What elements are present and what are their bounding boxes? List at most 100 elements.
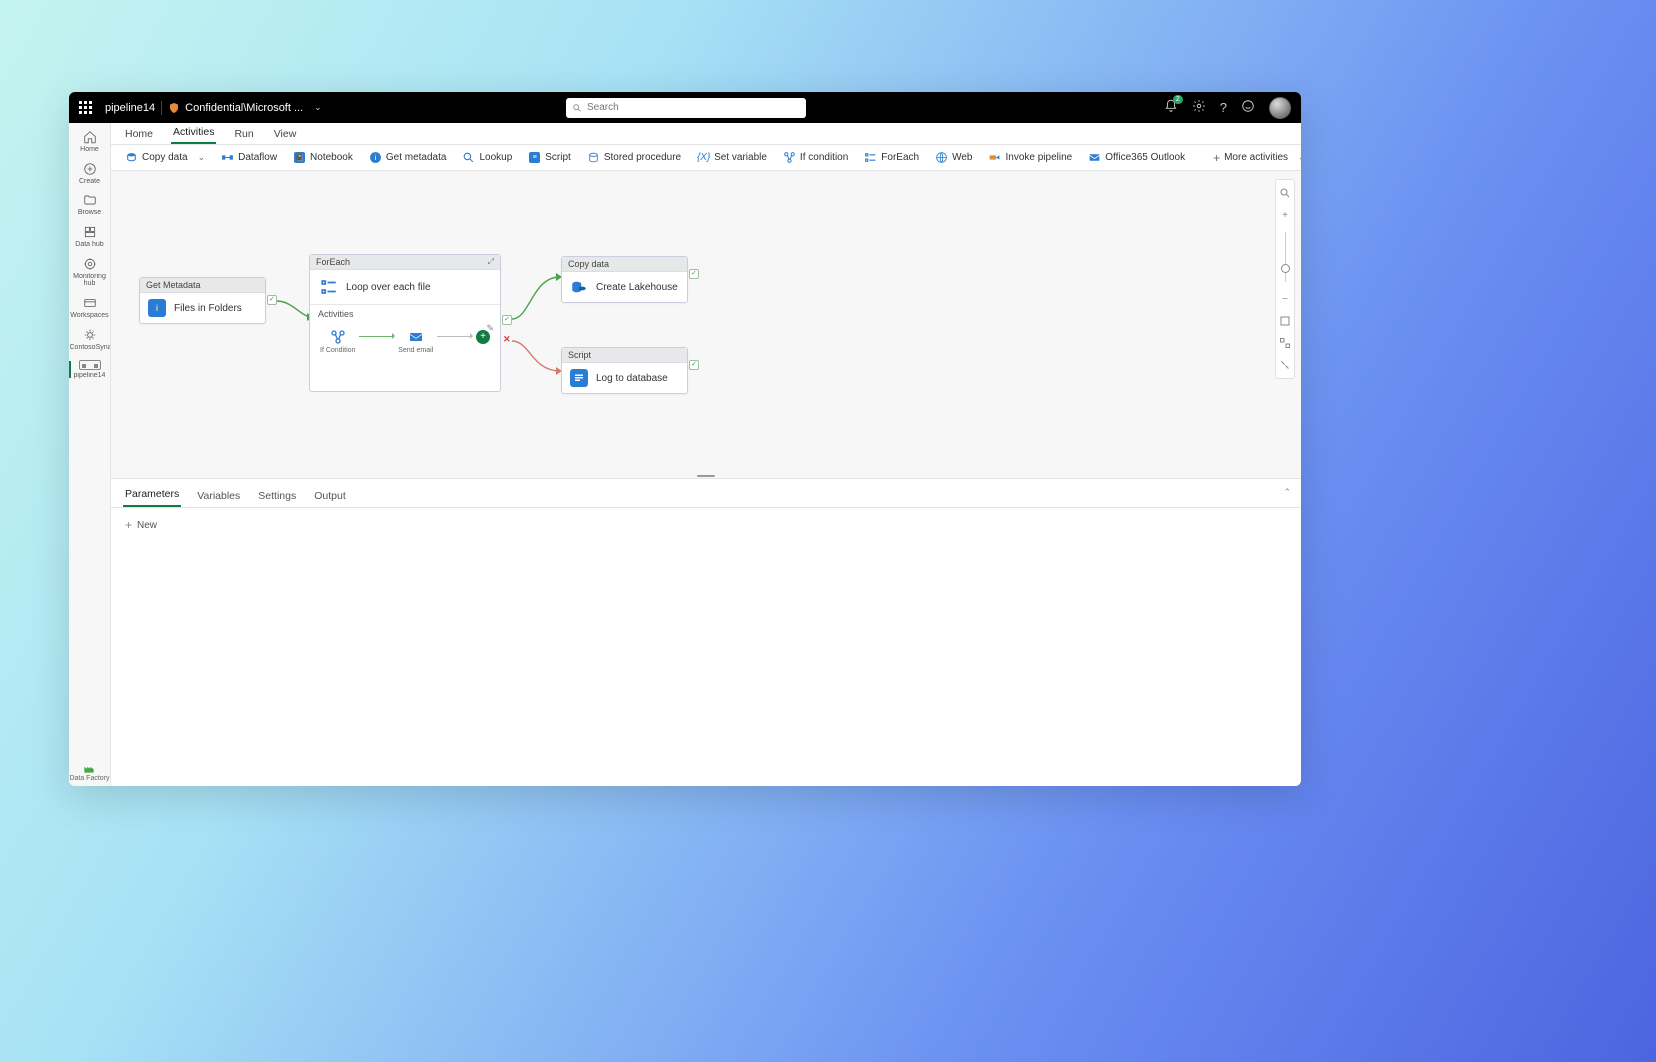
- classification-dropdown[interactable]: Confidential\Microsoft ... ⌄: [168, 102, 322, 114]
- collapse-panel-button[interactable]: ⌃: [1283, 487, 1291, 498]
- failure-x-icon: ✕: [503, 334, 511, 345]
- tab-variables[interactable]: Variables: [195, 487, 242, 507]
- nav-datahub[interactable]: Data hub: [69, 222, 110, 252]
- zoom-slider[interactable]: [1285, 232, 1286, 282]
- mini-if-condition[interactable]: If Condition: [320, 329, 355, 354]
- toolbar-script[interactable]: ≡ Script: [522, 148, 577, 167]
- toolbar-copy-data[interactable]: Copy data ⌄: [119, 148, 211, 167]
- bottom-panel: ⌃ Parameters Variables Settings Output +…: [111, 478, 1301, 786]
- titlebar-icons: 2 ?: [1164, 97, 1291, 119]
- left-nav: Home Create Browse Data hub Monitoring h…: [69, 123, 111, 786]
- success-check-icon: [267, 295, 277, 305]
- zoom-out-button[interactable]: −: [1276, 290, 1294, 308]
- node-script[interactable]: Script Log to database: [561, 347, 688, 394]
- activities-toolbar: Copy data ⌄ Dataflow 📓 Notebook i Get me…: [111, 145, 1301, 171]
- web-icon: [935, 151, 948, 164]
- tab-view[interactable]: View: [272, 125, 299, 144]
- ribbon-tabs: Home Activities Run View: [111, 123, 1301, 145]
- avatar[interactable]: [1269, 97, 1291, 119]
- nav-browse[interactable]: Browse: [69, 190, 110, 220]
- settings-button[interactable]: [1192, 99, 1206, 116]
- arrow-icon: [359, 336, 394, 337]
- tab-activities[interactable]: Activities: [171, 123, 216, 144]
- invoke-icon: [988, 151, 1001, 164]
- brand-datafactory[interactable]: Data Factory: [69, 761, 109, 782]
- bottom-tabs: Parameters Variables Settings Output: [111, 479, 1301, 508]
- toolbar-outlook[interactable]: Office365 Outlook: [1082, 148, 1191, 167]
- tab-settings[interactable]: Settings: [256, 487, 298, 507]
- search-input[interactable]: Search: [566, 98, 806, 118]
- fit-screen-button[interactable]: [1276, 312, 1294, 330]
- collapse-button[interactable]: [1276, 356, 1294, 374]
- dataflow-icon: [221, 151, 234, 164]
- page-title: pipeline14: [105, 102, 155, 114]
- tab-home[interactable]: Home: [123, 125, 155, 144]
- edit-icon[interactable]: ✎: [486, 323, 494, 334]
- nav-create[interactable]: Create: [69, 159, 110, 189]
- search-canvas-button[interactable]: [1276, 184, 1294, 202]
- new-parameter-button[interactable]: + New: [125, 518, 1287, 532]
- pipeline-icon: [79, 360, 101, 370]
- chevron-down-icon: ⌄: [198, 152, 206, 163]
- feedback-button[interactable]: [1241, 99, 1255, 116]
- autolayout-button[interactable]: [1276, 334, 1294, 352]
- nav-workspaces[interactable]: Workspaces: [69, 293, 110, 323]
- titlebar: pipeline14 Confidential\Microsoft ... ⌄ …: [69, 92, 1301, 123]
- toolbar-set-variable[interactable]: {X} Set variable: [691, 148, 773, 167]
- svg-text:i: i: [156, 303, 158, 313]
- node-get-metadata[interactable]: Get Metadata i Files in Folders: [139, 277, 266, 324]
- nav-monitoring[interactable]: Monitoring hub: [69, 254, 110, 291]
- pipeline-canvas[interactable]: Get Metadata i Files in Folders: [111, 171, 1301, 478]
- info-icon: i: [148, 299, 166, 317]
- toolbar-web[interactable]: Web: [929, 148, 978, 167]
- nav-workspace-contoso[interactable]: ContosoSynapseWorks...: [69, 325, 110, 355]
- content: Home Activities Run View Copy data ⌄ Dat…: [111, 123, 1301, 786]
- node-copy-data[interactable]: Copy data Create Lakehouse: [561, 256, 688, 303]
- toolbar-get-metadata[interactable]: i Get metadata: [363, 148, 453, 167]
- nav-home[interactable]: Home: [69, 127, 110, 157]
- node-foreach[interactable]: ForEach⤢ Loop over each file Activities …: [309, 254, 501, 392]
- notification-badge: 2: [1173, 95, 1183, 104]
- app-launcher-icon[interactable]: [79, 101, 93, 115]
- copy-data-icon: [125, 151, 138, 164]
- toolbar-more-activities[interactable]: + More activities ⌄: [1207, 148, 1301, 168]
- toolbar-if-condition[interactable]: If condition: [777, 148, 854, 167]
- toolbar-stored-procedure[interactable]: Stored procedure: [581, 148, 687, 167]
- classification-label: Confidential\Microsoft ...: [185, 102, 303, 114]
- zoom-in-button[interactable]: +: [1276, 206, 1294, 224]
- nav-pipeline[interactable]: pipeline14: [69, 357, 110, 383]
- tab-output[interactable]: Output: [312, 487, 348, 507]
- lookup-icon: [462, 151, 475, 164]
- foreach-icon: [864, 151, 877, 164]
- activities-header: Activities: [310, 304, 500, 323]
- toolbar-dataflow[interactable]: Dataflow: [215, 148, 283, 167]
- mini-send-email[interactable]: Send email: [398, 329, 433, 354]
- separator: [161, 101, 162, 115]
- tab-parameters[interactable]: Parameters: [123, 485, 181, 507]
- foreach-icon: [320, 278, 338, 296]
- plus-icon: +: [125, 518, 132, 532]
- copy-data-icon: [570, 278, 588, 296]
- datafactory-icon: [82, 761, 96, 775]
- toolbar-foreach[interactable]: ForEach: [858, 148, 925, 167]
- canvas-controls: + −: [1275, 179, 1295, 379]
- help-button[interactable]: ?: [1220, 100, 1227, 115]
- app-window: pipeline14 Confidential\Microsoft ... ⌄ …: [69, 92, 1301, 786]
- sproc-icon: [587, 151, 600, 164]
- success-check-icon: [502, 315, 512, 325]
- toolbar-invoke-pipeline[interactable]: Invoke pipeline: [982, 148, 1078, 167]
- search-placeholder: Search: [587, 102, 619, 113]
- shield-icon: [168, 102, 180, 114]
- ifcond-icon: [783, 151, 796, 164]
- toolbar-lookup[interactable]: Lookup: [456, 148, 518, 167]
- notifications-button[interactable]: 2: [1164, 99, 1178, 116]
- success-check-icon: [689, 360, 699, 370]
- tab-run[interactable]: Run: [232, 125, 255, 144]
- toolbar-notebook[interactable]: 📓 Notebook: [287, 148, 359, 167]
- outlook-icon: [1088, 151, 1101, 164]
- success-check-icon: [689, 269, 699, 279]
- arrow-icon: [437, 336, 472, 337]
- script-icon: [570, 369, 588, 387]
- expand-icon[interactable]: ⤢: [488, 257, 494, 267]
- info-icon: i: [369, 151, 382, 164]
